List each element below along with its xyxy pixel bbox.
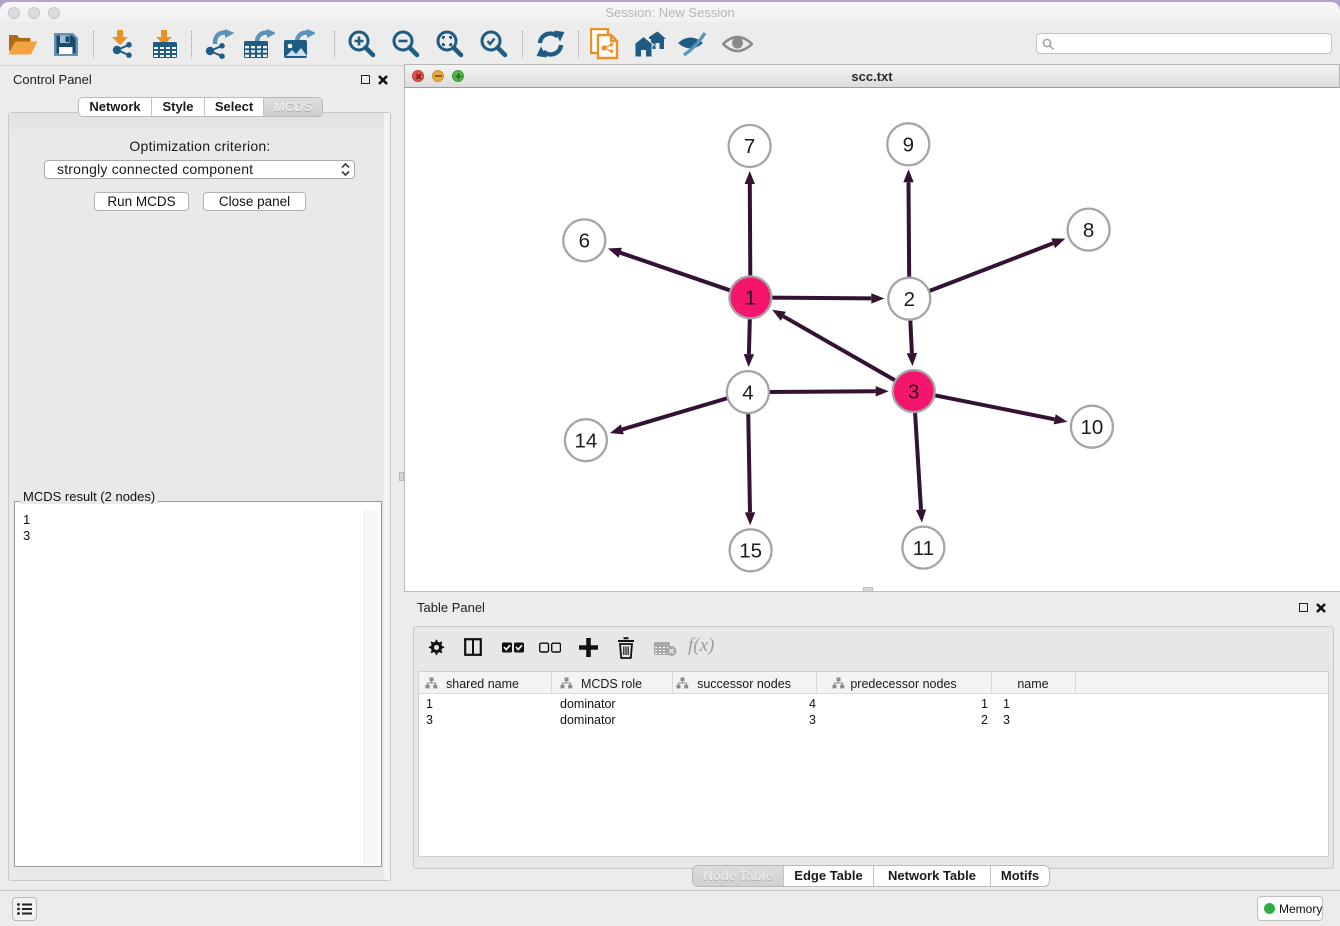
- svg-text:4: 4: [742, 381, 753, 404]
- svg-text:3: 3: [908, 380, 919, 403]
- svg-text:6: 6: [579, 230, 590, 253]
- svg-text:2: 2: [904, 288, 915, 311]
- svg-text:10: 10: [1080, 416, 1103, 439]
- svg-text:1: 1: [745, 287, 756, 310]
- svg-text:11: 11: [913, 537, 934, 560]
- svg-text:7: 7: [744, 135, 755, 158]
- svg-text:9: 9: [903, 134, 914, 157]
- svg-text:15: 15: [739, 540, 762, 563]
- svg-text:14: 14: [574, 429, 597, 452]
- svg-text:8: 8: [1083, 219, 1094, 242]
